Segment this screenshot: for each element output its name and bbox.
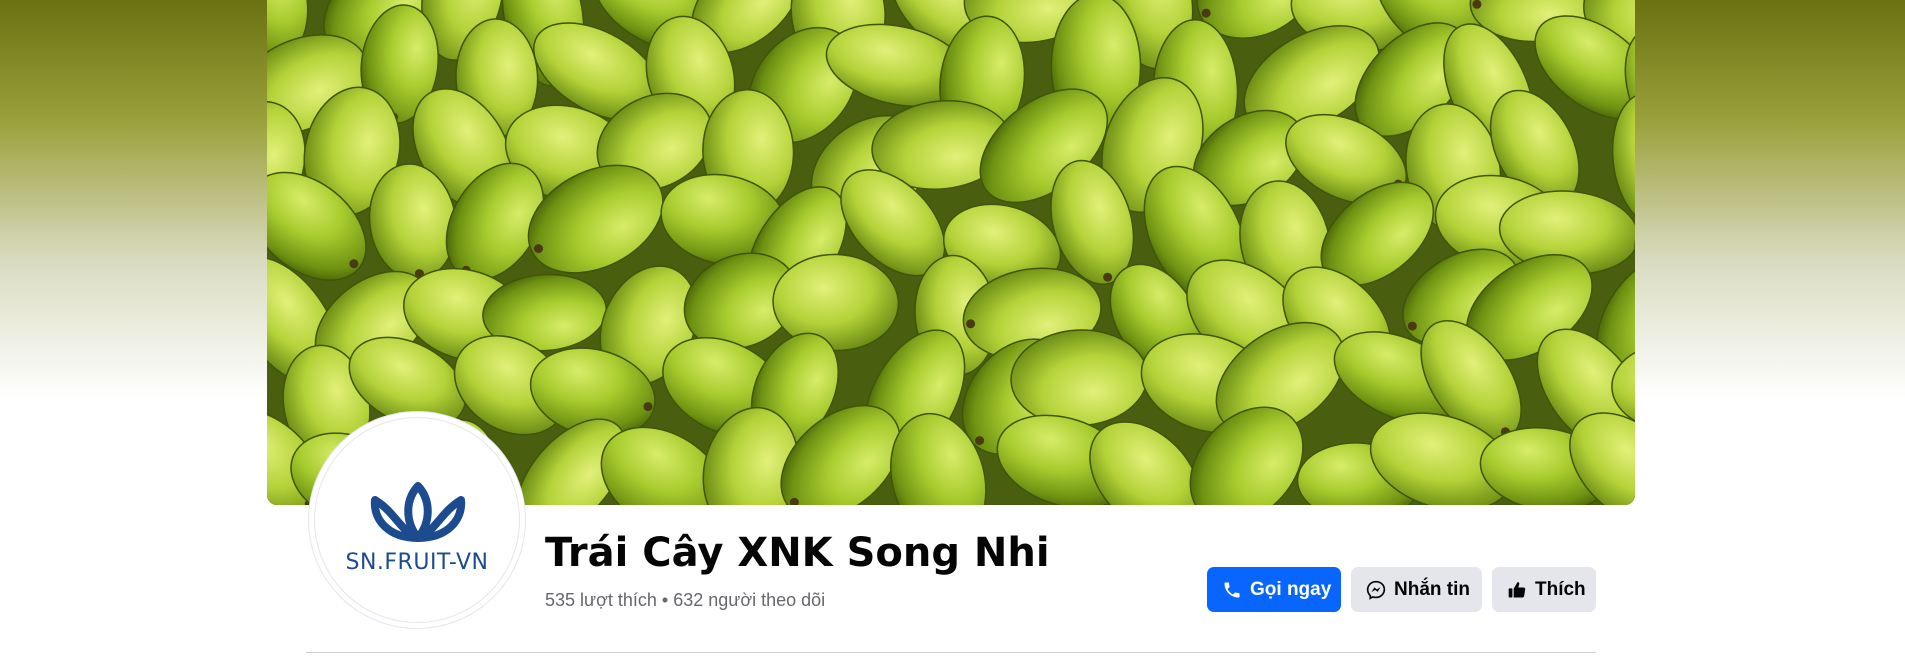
mango-stem [1201,8,1211,18]
mango-stem [966,319,976,329]
lotus-logo-icon [370,482,466,542]
mango-stem [1472,0,1482,9]
like-page-button[interactable]: Thích [1492,567,1596,612]
header-divider [306,652,1596,653]
page-actions: Gọi ngay Nhắn tin Thích [1207,567,1596,612]
mango-stem [534,244,543,254]
like-page-label: Thích [1535,578,1586,600]
profile-picture[interactable]: SN.FRUIT-VN [309,412,525,628]
mango-stem [1407,321,1417,331]
profile-picture-image: SN.FRUIT-VN [314,417,520,623]
mango-stem [1103,272,1113,282]
mango-stem [349,259,359,269]
phone-icon [1222,580,1242,600]
mango-stem [643,402,653,412]
logo-text: SN.FRUIT-VN [345,550,489,575]
mango-stem [975,436,985,446]
call-now-label: Gọi ngay [1250,578,1332,600]
send-message-label: Nhắn tin [1394,578,1470,600]
thumbs-up-icon [1507,580,1527,600]
send-message-button[interactable]: Nhắn tin [1351,567,1482,612]
call-now-button[interactable]: Gọi ngay [1207,567,1341,612]
page-stats[interactable]: 535 lượt thích • 632 người theo dõi [545,590,825,611]
messenger-icon [1366,580,1386,600]
page-title: Trái Cây XNK Song Nhi [545,530,1050,576]
